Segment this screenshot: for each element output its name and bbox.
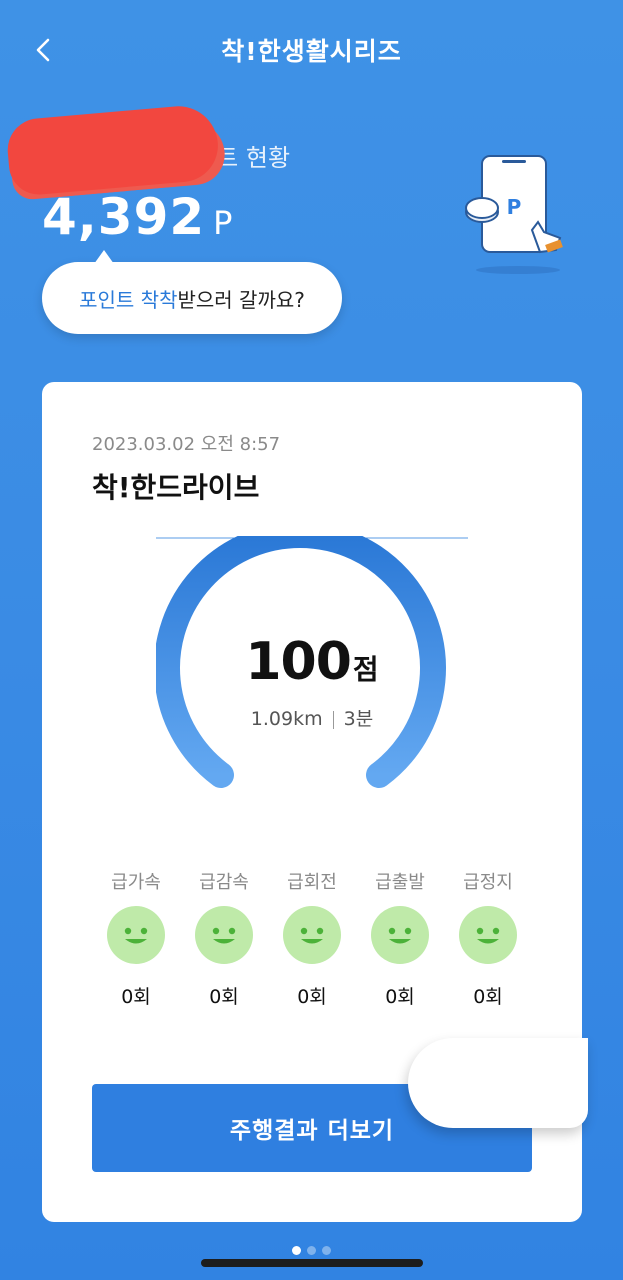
smiley-face-icon bbox=[459, 906, 517, 964]
smiley-face-icon bbox=[283, 906, 341, 964]
metric-item: 급가속 0회 bbox=[92, 868, 180, 1009]
promo-accent-text: 포인트 착착 bbox=[79, 287, 178, 312]
metric-label: 급회전 bbox=[287, 872, 337, 893]
points-value: 4,392 P bbox=[42, 188, 234, 246]
drive-title: 착!한드라이브 bbox=[92, 471, 260, 504]
illustration-letter: P bbox=[507, 195, 522, 219]
app-header: 착!한생활시리즈 bbox=[0, 0, 623, 100]
smiley-face-icon bbox=[107, 906, 165, 964]
driving-metrics: 급가속 0회 급감속 0회 급회전 0회 급출발 0회 급정지 0회 bbox=[92, 868, 532, 1009]
metric-count: 0회 bbox=[473, 986, 503, 1008]
page-indicator bbox=[0, 1246, 623, 1255]
metric-label: 급정지 bbox=[463, 872, 513, 893]
metric-count: 0회 bbox=[121, 986, 151, 1008]
drive-date: 2023.03.02 오전 8:57 bbox=[92, 434, 281, 455]
page-dot-active[interactable] bbox=[292, 1246, 301, 1255]
promo-text: 받으러 갈까요? bbox=[177, 287, 305, 312]
metric-count: 0회 bbox=[209, 986, 239, 1008]
metric-item: 급정지 0회 bbox=[444, 868, 532, 1009]
metric-item: 급회전 0회 bbox=[268, 868, 356, 1009]
metric-item: 급출발 0회 bbox=[356, 868, 444, 1009]
smiley-face-icon bbox=[195, 906, 253, 964]
score-value: 100점 bbox=[245, 632, 379, 692]
floating-tooltip[interactable] bbox=[408, 1038, 588, 1128]
drive-distance: 1.09km bbox=[250, 708, 323, 730]
redaction-mark bbox=[5, 102, 221, 198]
metric-label: 급가속 bbox=[111, 872, 161, 893]
page-title: 착!한생활시리즈 bbox=[221, 37, 402, 66]
stats-divider bbox=[332, 710, 334, 729]
metric-item: 급감속 0회 bbox=[180, 868, 268, 1009]
drive-duration: 3분 bbox=[343, 708, 374, 730]
metric-label: 급출발 bbox=[375, 872, 425, 893]
metric-count: 0회 bbox=[297, 986, 327, 1008]
points-promo-bubble[interactable]: 포인트 착착 받으러 갈까요? bbox=[42, 250, 342, 334]
metric-label: 급감속 bbox=[199, 872, 249, 893]
page-dot[interactable] bbox=[307, 1246, 316, 1255]
drive-stats: 1.09km 3분 bbox=[42, 704, 582, 731]
page-dot[interactable] bbox=[322, 1246, 331, 1255]
phone-points-illustration: P bbox=[465, 155, 563, 274]
metric-count: 0회 bbox=[385, 986, 415, 1008]
home-indicator[interactable] bbox=[201, 1259, 423, 1267]
smiley-face-icon bbox=[371, 906, 429, 964]
